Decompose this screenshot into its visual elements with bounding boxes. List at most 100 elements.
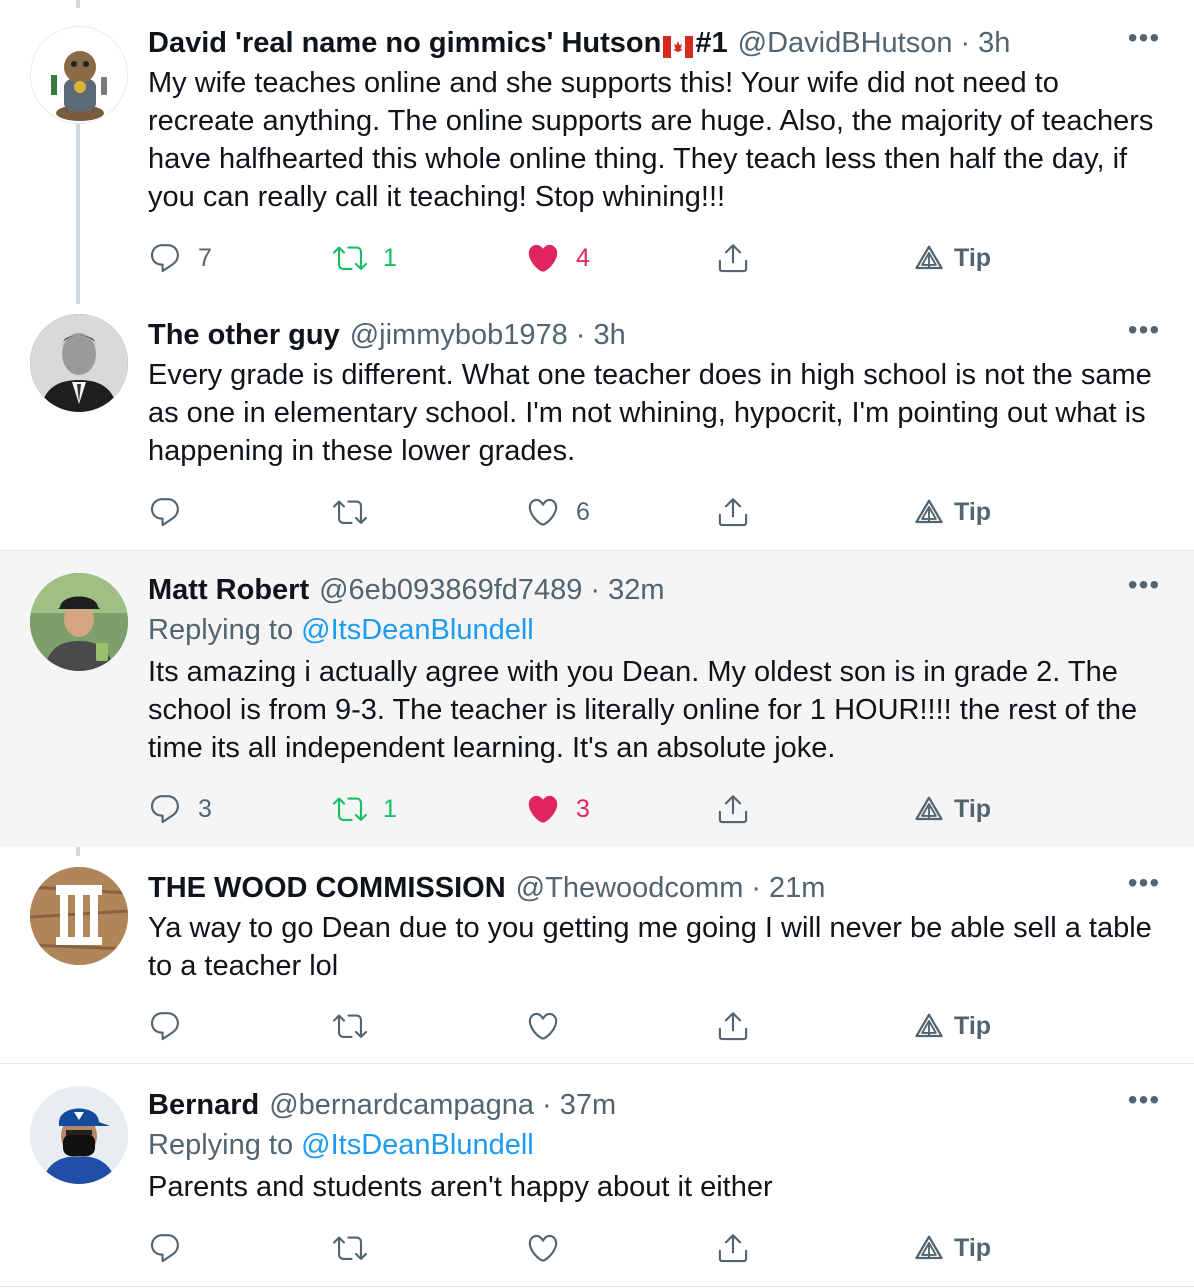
- avatar[interactable]: [30, 26, 128, 124]
- reply-icon: [148, 241, 182, 275]
- replying-to-prefix: Replying to: [148, 614, 294, 646]
- retweet-button[interactable]: [333, 492, 367, 532]
- author-name[interactable]: David 'real name no gimmics' Hutson: [148, 26, 661, 60]
- heart-icon: [526, 1231, 560, 1265]
- tweet-text: Its amazing i actually agree with you De…: [148, 656, 1138, 764]
- tip-button[interactable]: Tip: [914, 1006, 991, 1046]
- heart-icon: [526, 792, 560, 826]
- heart-icon: [526, 241, 560, 275]
- like-button[interactable]: 6: [526, 492, 590, 532]
- tweet[interactable]: The other guy @jimmybob1978 · 3h ••• Eve…: [0, 292, 1194, 550]
- avatar[interactable]: [30, 867, 128, 965]
- more-icon[interactable]: •••: [1124, 571, 1164, 607]
- retweet-button[interactable]: 1: [333, 789, 397, 829]
- tip-button[interactable]: Tip: [914, 238, 991, 278]
- reply-button[interactable]: [148, 1228, 182, 1268]
- timestamp[interactable]: 3h: [978, 26, 1010, 60]
- author-handle[interactable]: @6eb093869fd7489: [319, 573, 582, 607]
- avatar[interactable]: [30, 1086, 128, 1184]
- more-icon[interactable]: •••: [1124, 316, 1164, 352]
- share-button[interactable]: [716, 1228, 750, 1268]
- author-handle[interactable]: @DavidBHutson: [738, 26, 953, 60]
- author-name[interactable]: The other guy: [148, 318, 340, 352]
- retweet-icon: [333, 241, 367, 275]
- reply-button[interactable]: [148, 1006, 182, 1046]
- avatar[interactable]: [30, 314, 128, 412]
- like-button[interactable]: 3: [526, 789, 590, 829]
- timestamp[interactable]: 21m: [769, 871, 825, 905]
- more-icon[interactable]: •••: [1124, 1086, 1164, 1122]
- author-name[interactable]: THE WOOD COMMISSION: [148, 871, 506, 905]
- retweet-icon: [333, 792, 367, 826]
- author-name[interactable]: Bernard: [148, 1088, 259, 1122]
- reply-button[interactable]: 7: [148, 238, 212, 278]
- retweet-count: 1: [383, 794, 397, 823]
- like-button[interactable]: [526, 1006, 560, 1046]
- retweet-button[interactable]: 1: [333, 238, 397, 278]
- tip-icon: [914, 243, 944, 273]
- tip-label: Tip: [954, 243, 992, 272]
- timestamp[interactable]: 37m: [560, 1088, 616, 1122]
- reply-icon: [148, 1009, 182, 1043]
- tweet[interactable]: David 'real name no gimmics' Hutson #1 @…: [0, 0, 1194, 292]
- reply-icon: [148, 495, 182, 529]
- share-icon: [716, 1009, 750, 1043]
- author-name[interactable]: Matt Robert: [148, 573, 309, 607]
- share-icon: [716, 495, 750, 529]
- tip-label: Tip: [954, 794, 992, 823]
- author-handle[interactable]: @jimmybob1978: [350, 318, 568, 352]
- separator-dot: ·: [751, 872, 762, 904]
- separator-dot: ·: [960, 27, 971, 59]
- share-button[interactable]: [716, 238, 750, 278]
- like-count: 6: [576, 497, 590, 526]
- replying-to: Replying to @ItsDeanBlundell: [148, 611, 1164, 649]
- divider: [0, 1286, 1194, 1287]
- tip-icon: [914, 1233, 944, 1263]
- avatar[interactable]: [30, 573, 128, 671]
- author-handle[interactable]: @Thewoodcomm: [516, 871, 744, 905]
- like-count: 3: [576, 794, 590, 823]
- tip-icon: [914, 497, 944, 527]
- tip-label: Tip: [954, 1233, 992, 1262]
- replying-to-prefix: Replying to: [148, 1129, 294, 1161]
- tip-button[interactable]: Tip: [914, 789, 991, 829]
- retweet-icon: [333, 495, 367, 529]
- reply-count: 3: [198, 794, 212, 823]
- retweet-count: 1: [383, 243, 397, 272]
- like-button[interactable]: 4: [526, 238, 590, 278]
- tweet[interactable]: THE WOOD COMMISSION @Thewoodcomm · 21m •…: [0, 847, 1194, 1063]
- reply-count: 7: [198, 243, 212, 272]
- like-button[interactable]: [526, 1228, 560, 1268]
- tip-label: Tip: [954, 1011, 992, 1040]
- more-icon[interactable]: •••: [1124, 869, 1164, 905]
- replying-to: Replying to @ItsDeanBlundell: [148, 1126, 1164, 1164]
- share-button[interactable]: [716, 492, 750, 532]
- replying-to-link[interactable]: @ItsDeanBlundell: [301, 1129, 534, 1161]
- tip-button[interactable]: Tip: [914, 1228, 991, 1268]
- tip-button[interactable]: Tip: [914, 492, 991, 532]
- tip-label: Tip: [954, 497, 992, 526]
- reply-button[interactable]: [148, 492, 182, 532]
- share-button[interactable]: [716, 789, 750, 829]
- retweet-button[interactable]: [333, 1006, 367, 1046]
- heart-icon: [526, 495, 560, 529]
- canada-flag-icon: [663, 32, 694, 58]
- reply-button[interactable]: 3: [148, 789, 212, 829]
- share-button[interactable]: [716, 1006, 750, 1046]
- timestamp[interactable]: 3h: [593, 318, 625, 352]
- tip-icon: [914, 794, 944, 824]
- tweet[interactable]: Bernard @bernardcampagna · 37m ••• Reply…: [0, 1064, 1194, 1288]
- replying-to-link[interactable]: @ItsDeanBlundell: [301, 614, 534, 646]
- separator-dot: ·: [542, 1089, 552, 1121]
- retweet-button[interactable]: [333, 1228, 367, 1268]
- share-icon: [716, 241, 750, 275]
- tweet[interactable]: Matt Robert @6eb093869fd7489 · 32m ••• R…: [0, 551, 1194, 847]
- retweet-icon: [333, 1231, 367, 1265]
- more-icon[interactable]: •••: [1124, 24, 1164, 60]
- timestamp[interactable]: 32m: [608, 573, 664, 607]
- tweet-text: Every grade is different. What one teach…: [148, 359, 1152, 467]
- author-handle[interactable]: @bernardcampagna: [269, 1088, 534, 1122]
- reply-icon: [148, 1231, 182, 1265]
- separator-dot: ·: [590, 574, 601, 606]
- share-icon: [716, 792, 750, 826]
